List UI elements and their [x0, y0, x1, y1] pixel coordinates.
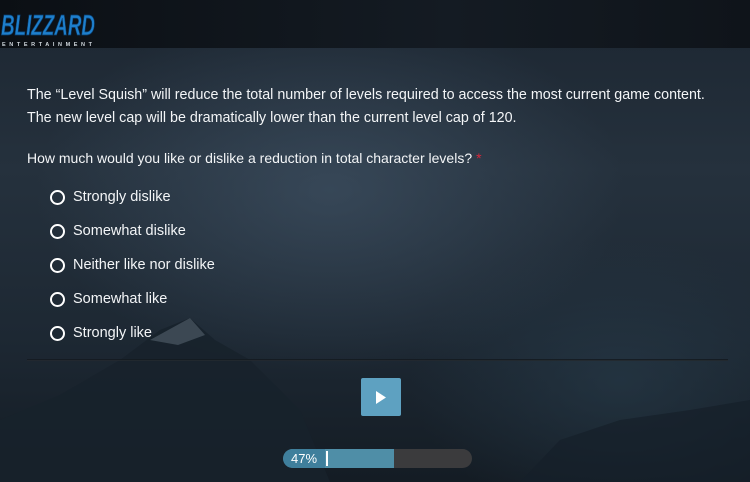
option-label: Strongly dislike	[73, 189, 171, 205]
progress-label: 47%	[283, 449, 325, 468]
radio-button[interactable]	[50, 189, 65, 205]
progress-bar: 47%	[283, 449, 472, 468]
svg-text:BLIZZARD: BLIZZARD	[1, 10, 95, 42]
play-arrow-icon	[376, 390, 386, 404]
blizzard-logo: BLIZZARD ENTERTAINMENT	[1, 10, 96, 48]
radio-button[interactable]	[50, 325, 65, 341]
header-bar	[0, 0, 750, 48]
divider	[27, 359, 728, 361]
option-label: Neither like nor dislike	[73, 257, 215, 273]
option-strongly-like[interactable]: Strongly like	[50, 316, 215, 350]
radio-button[interactable]	[50, 257, 65, 273]
survey-question: How much would you like or dislike a red…	[27, 150, 482, 166]
option-label: Somewhat like	[73, 291, 168, 307]
svg-text:ENTERTAINMENT: ENTERTAINMENT	[2, 42, 93, 48]
question-text: How much would you like or dislike a red…	[27, 150, 473, 166]
required-indicator: *	[476, 150, 482, 166]
next-button[interactable]	[361, 378, 401, 416]
option-label: Strongly like	[73, 325, 152, 341]
survey-intro-text: The “Level Squish” will reduce the total…	[27, 87, 705, 126]
option-somewhat-like[interactable]: Somewhat like	[50, 282, 215, 316]
progress-separator	[326, 451, 328, 466]
option-somewhat-dislike[interactable]: Somewhat dislike	[50, 214, 215, 248]
survey-intro-block: The “Level Squish” will reduce the total…	[27, 84, 727, 130]
radio-button[interactable]	[50, 291, 65, 307]
option-strongly-dislike[interactable]: Strongly dislike	[50, 180, 215, 214]
radio-button[interactable]	[50, 223, 65, 239]
option-label: Somewhat dislike	[73, 223, 186, 239]
answer-options: Strongly dislike Somewhat dislike Neithe…	[50, 180, 215, 350]
option-neither[interactable]: Neither like nor dislike	[50, 248, 215, 282]
